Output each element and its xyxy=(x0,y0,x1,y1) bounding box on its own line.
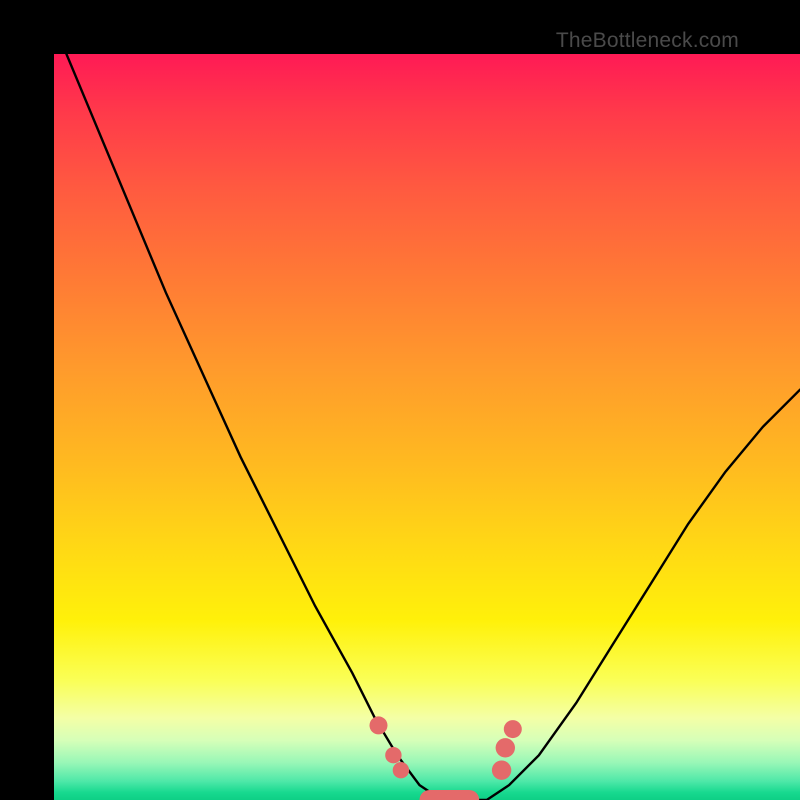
left-cluster-a xyxy=(370,716,388,734)
chart-frame: TheBottleneck.com xyxy=(0,0,800,800)
watermark-text: TheBottleneck.com xyxy=(556,29,739,53)
right-cluster-c xyxy=(504,720,522,738)
curve-markers xyxy=(370,716,522,800)
left-cluster-c xyxy=(393,762,409,778)
plot-area xyxy=(54,54,800,800)
right-cluster-b xyxy=(496,738,515,757)
left-cluster-b xyxy=(385,747,401,763)
chart-svg xyxy=(54,54,800,800)
bottleneck-curve xyxy=(54,54,800,800)
right-cluster-a xyxy=(492,761,511,780)
valley-bar xyxy=(420,790,480,800)
